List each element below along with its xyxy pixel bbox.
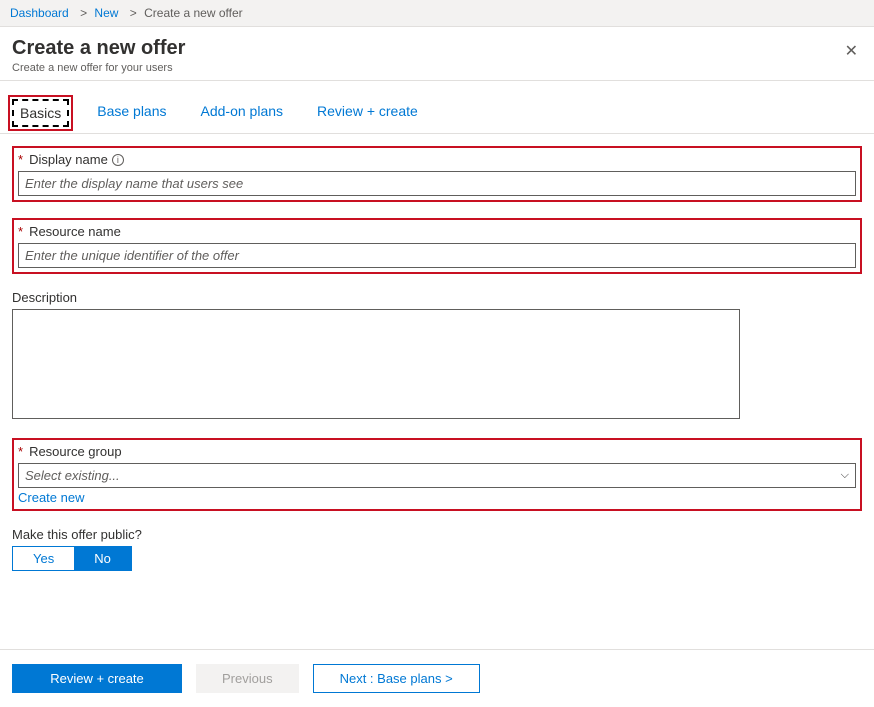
breadcrumb-current: Create a new offer [144, 6, 243, 20]
next-button[interactable]: Next : Base plans > [313, 664, 480, 693]
tab-review-create[interactable]: Review + create [311, 99, 424, 127]
review-create-button[interactable]: Review + create [12, 664, 182, 693]
public-yes-button[interactable]: Yes [13, 547, 74, 570]
footer: Review + create Previous Next : Base pla… [0, 649, 874, 707]
required-indicator: * [18, 224, 23, 239]
resource-name-group: * Resource name [12, 218, 862, 274]
display-name-input[interactable] [18, 171, 856, 196]
public-no-button[interactable]: No [74, 547, 131, 570]
tabs: Basics Base plans Add-on plans Review + … [0, 81, 874, 134]
previous-button: Previous [196, 664, 299, 693]
breadcrumb: Dashboard > New > Create a new offer [0, 0, 874, 27]
tab-basics[interactable]: Basics [12, 99, 69, 127]
info-icon[interactable]: i [112, 154, 124, 166]
create-new-link[interactable]: Create new [18, 490, 84, 505]
resource-group-label: Resource group [29, 444, 122, 459]
tab-addon-plans[interactable]: Add-on plans [195, 99, 290, 127]
resource-group-group: * Resource group Select existing... ⌵ Cr… [12, 438, 862, 511]
breadcrumb-sep: > [130, 6, 137, 20]
required-indicator: * [18, 152, 23, 167]
description-label: Description [12, 290, 77, 305]
breadcrumb-sep: > [80, 6, 87, 20]
display-name-label: Display name [29, 152, 108, 167]
page-subtitle: Create a new offer for your users [12, 62, 185, 74]
breadcrumb-dashboard[interactable]: Dashboard [10, 6, 69, 20]
page-title: Create a new offer [12, 37, 185, 60]
resource-group-placeholder: Select existing... [25, 468, 120, 483]
resource-name-input[interactable] [18, 243, 856, 268]
breadcrumb-new[interactable]: New [94, 6, 118, 20]
close-icon[interactable]: ✕ [841, 37, 862, 65]
public-group: Make this offer public? Yes No [12, 527, 862, 571]
display-name-group: * Display name i [12, 146, 862, 202]
resource-group-select[interactable]: Select existing... ⌵ [18, 463, 856, 488]
public-label: Make this offer public? [12, 527, 142, 542]
description-input[interactable] [12, 309, 740, 419]
public-toggle: Yes No [12, 546, 132, 571]
description-group: Description [12, 290, 740, 422]
required-indicator: * [18, 444, 23, 459]
tab-base-plans[interactable]: Base plans [91, 99, 172, 127]
resource-name-label: Resource name [29, 224, 121, 239]
chevron-down-icon: ⌵ [841, 469, 849, 482]
